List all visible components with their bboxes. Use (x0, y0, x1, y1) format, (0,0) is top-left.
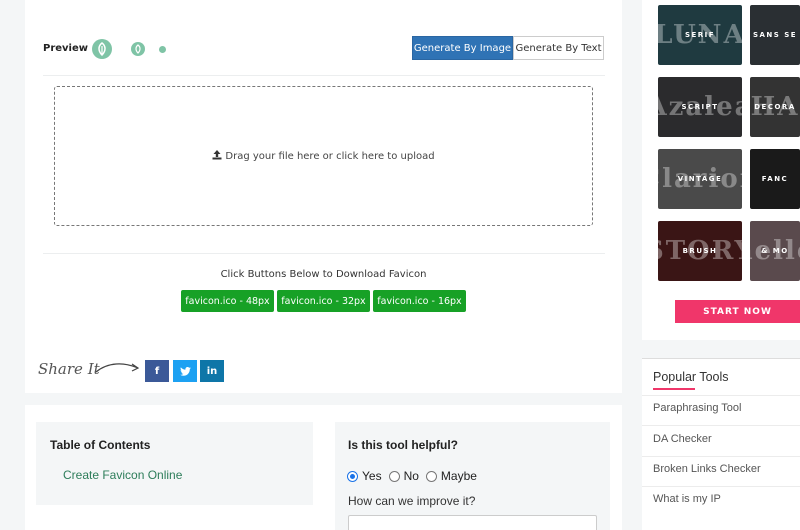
font-category-label: SERIF (684, 31, 716, 39)
preview-row: Preview Generate By Image Generate By Te… (43, 36, 609, 62)
preview-label: Preview (43, 43, 89, 54)
divider (642, 395, 800, 396)
divider (43, 75, 605, 76)
feedback-options: Yes No Maybe (347, 469, 484, 483)
twitter-icon (179, 366, 191, 376)
option-maybe-label: Maybe (440, 469, 477, 483)
option-no[interactable]: No (388, 469, 419, 483)
facebook-icon: f (154, 365, 160, 377)
font-category-label: FANC (761, 175, 789, 183)
title-underline (653, 388, 695, 390)
improve-input[interactable] (348, 515, 597, 530)
font-tile-mo[interactable]: hello& MO (750, 221, 800, 281)
popular-tools-card: Popular Tools Paraphrasing Tool DA Check… (642, 358, 800, 530)
font-tile-serif[interactable]: LUNA SERIF (658, 5, 742, 65)
option-yes-label: Yes (362, 469, 382, 483)
font-category-label: DECORA (754, 103, 796, 111)
feedback-box: Is this tool helpful? Yes No Maybe How c… (335, 422, 610, 530)
upload-dropzone[interactable]: Drag your file here or click here to upl… (54, 86, 593, 226)
linkedin-share-button[interactable]: in (200, 360, 224, 382)
download-16px-button[interactable]: favicon.ico - 16px (373, 290, 466, 312)
divider (642, 425, 800, 426)
share-it-label: Share It (38, 360, 100, 378)
font-category-label: SANS SE (752, 31, 798, 39)
font-category-label: BRUSH (682, 247, 718, 255)
option-no-label: No (403, 469, 419, 483)
generate-by-text-button[interactable]: Generate By Text (513, 36, 604, 60)
facebook-share-button[interactable]: f (145, 360, 169, 382)
start-now-button[interactable]: START NOW (675, 300, 800, 323)
option-maybe[interactable]: Maybe (425, 469, 477, 483)
popular-tools-title: Popular Tools (653, 370, 729, 384)
font-tile-sans-se[interactable]: SANS SE (750, 5, 800, 65)
leaf-favicon-icon-48 (92, 39, 112, 59)
toc-item-create-favicon[interactable]: Create Favicon Online (63, 468, 182, 482)
twitter-share-button[interactable] (173, 360, 197, 382)
font-tile-vintage[interactable]: ClarionVINTAGE (658, 149, 742, 209)
divider (642, 486, 800, 487)
popular-tool-what-is-my-ip[interactable]: What is my IP (653, 493, 721, 505)
generate-by-image-button[interactable]: Generate By Image (412, 36, 513, 60)
font-category-label: VINTAGE (677, 175, 723, 183)
download-title: Click Buttons Below to Download Favicon (220, 269, 427, 280)
linkedin-icon: in (206, 365, 218, 377)
divider (43, 253, 605, 254)
font-tile-script[interactable]: AzaleaSCRIPT (658, 77, 742, 137)
radio-yes[interactable] (347, 470, 358, 482)
font-category-label: & MO (761, 247, 789, 255)
download-48px-button[interactable]: favicon.ico - 48px (181, 290, 274, 312)
font-tile-fanc[interactable]: FANC (750, 149, 800, 209)
popular-tool-da-checker[interactable]: DA Checker (653, 433, 712, 445)
download-32px-button[interactable]: favicon.ico - 32px (277, 290, 370, 312)
leaf-favicon-icon-16 (159, 46, 166, 53)
upload-text: Drag your file here or click here to upl… (225, 150, 435, 162)
font-tile-decora[interactable]: HA DECORA (750, 77, 800, 137)
radio-no[interactable] (388, 470, 400, 482)
upload-icon (212, 149, 222, 163)
font-tile-brush[interactable]: STORYBRUSH (658, 221, 742, 281)
toc-title: Table of Contents (50, 438, 151, 452)
radio-maybe[interactable] (425, 470, 437, 482)
arrow-icon (95, 363, 140, 373)
divider (642, 456, 800, 457)
feedback-question: Is this tool helpful? (348, 438, 458, 452)
leaf-favicon-icon-32 (131, 42, 145, 56)
option-yes[interactable]: Yes (347, 469, 382, 483)
popular-tool-paraphrasing[interactable]: Paraphrasing Tool (653, 402, 741, 414)
popular-tool-broken-links[interactable]: Broken Links Checker (653, 463, 761, 475)
improve-label: How can we improve it? (348, 494, 476, 508)
font-category-label: SCRIPT (681, 103, 719, 111)
table-of-contents: Table of Contents Create Favicon Online (36, 422, 313, 505)
